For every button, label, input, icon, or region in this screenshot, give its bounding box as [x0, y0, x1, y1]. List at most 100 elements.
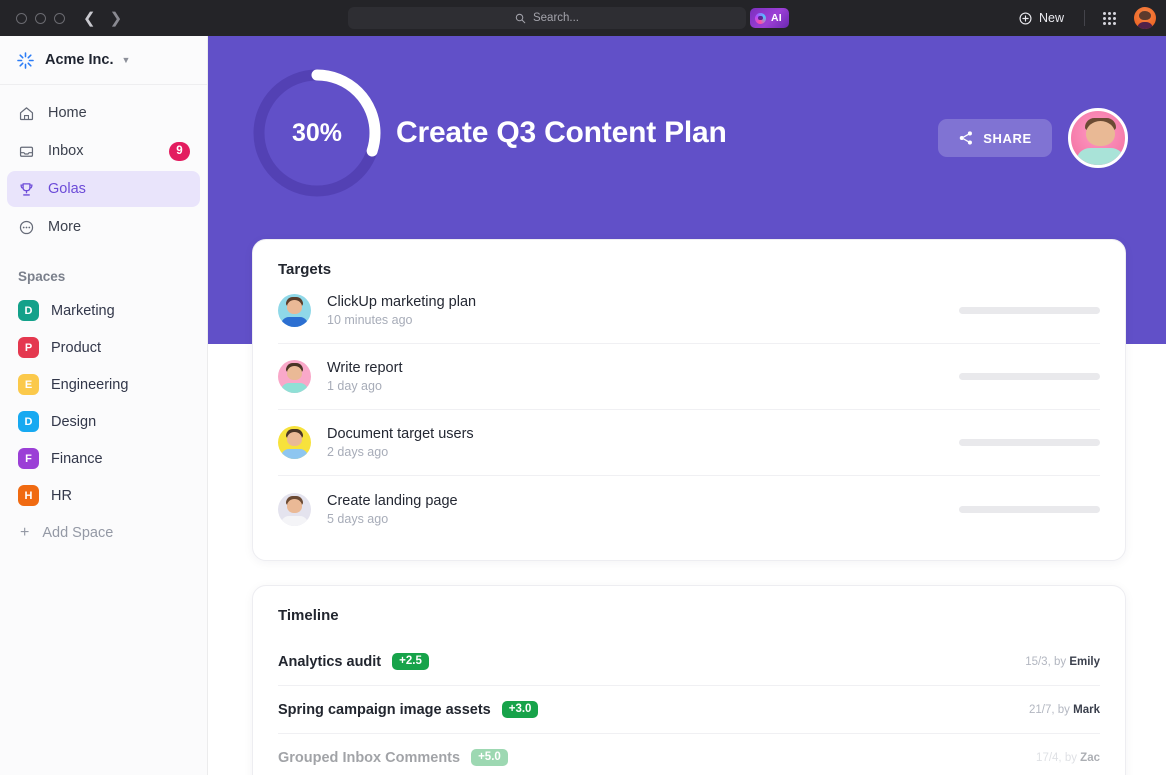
sidebar-item-label: Home	[48, 105, 87, 121]
spaces-list: D Marketing P Product E Engineering D De…	[0, 292, 207, 551]
sidebar-space-engineering[interactable]: E Engineering	[7, 366, 200, 403]
forward-arrow-icon[interactable]: ❯	[110, 11, 123, 26]
sidebar-item-home[interactable]: Home	[7, 95, 200, 131]
avatar	[278, 360, 311, 393]
timeline-title: Timeline	[278, 607, 339, 624]
share-icon	[960, 131, 973, 145]
history-navigation[interactable]: ❮ ❯	[83, 11, 122, 26]
space-label: Marketing	[51, 302, 115, 319]
search-input[interactable]: Search...	[348, 7, 746, 29]
ai-button[interactable]: AI	[750, 8, 789, 28]
sidebar-item-goals[interactable]: Golas	[7, 171, 200, 207]
space-label: Finance	[51, 450, 103, 467]
sidebar-item-more[interactable]: More	[7, 209, 200, 245]
goal-progress-ring: 30%	[250, 66, 384, 200]
inbox-icon	[19, 146, 34, 157]
timeline-score-badge: +5.0	[471, 749, 508, 766]
timeline-card: Timeline Analytics audit +2.5 15/3, by E…	[252, 585, 1126, 775]
space-label: Engineering	[51, 376, 129, 393]
timeline-meta: 21/7, by Mark	[1029, 704, 1100, 716]
space-avatar: E	[18, 374, 39, 395]
new-button-label: New	[1038, 11, 1064, 25]
sidebar-space-product[interactable]: P Product	[7, 329, 200, 366]
share-button-label: SHARE	[983, 130, 1032, 146]
add-space-button[interactable]: + Add Space	[7, 514, 200, 551]
plus-circle-icon	[1019, 11, 1032, 25]
close-window-button[interactable]	[16, 12, 27, 24]
sidebar-item-label: More	[48, 219, 82, 235]
share-button[interactable]: SHARE	[938, 119, 1052, 157]
main-content: 30% Create Q3 Content Plan SHARE Targets	[208, 36, 1166, 775]
avatar	[278, 426, 311, 459]
window-controls[interactable]	[16, 12, 65, 24]
sidebar-item-label: Inbox	[48, 143, 84, 159]
goal-owner-avatar[interactable]	[1068, 108, 1128, 168]
target-row[interactable]: Write report 1 day ago	[278, 344, 1100, 410]
target-info: ClickUp marketing plan 10 minutes ago	[327, 294, 959, 327]
titlebar-user-avatar[interactable]	[1134, 7, 1156, 29]
target-name: Create landing page	[327, 492, 458, 509]
back-arrow-icon[interactable]: ❮	[83, 11, 96, 26]
timeline-row[interactable]: Spring campaign image assets +3.0 21/7, …	[278, 686, 1100, 734]
sidebar-space-marketing[interactable]: D Marketing	[7, 292, 200, 329]
space-label: Product	[51, 339, 101, 356]
timeline-meta: 17/4, by Zac	[1036, 752, 1100, 764]
target-info: Create landing page 5 days ago	[327, 493, 959, 526]
ai-button-label: AI	[771, 12, 782, 24]
ellipsis-circle-icon	[19, 220, 34, 234]
target-name: Write report	[327, 360, 403, 376]
timeline-meta: 15/3, by Emily	[1025, 656, 1100, 668]
timeline-name: Spring campaign image assets	[278, 701, 491, 718]
workspace-switcher[interactable]: Acme Inc. ▼	[0, 36, 207, 85]
space-avatar: D	[18, 411, 39, 432]
sidebar-nav: Home Inbox 9 Golas More	[0, 85, 207, 245]
sidebar-space-finance[interactable]: F Finance	[7, 440, 200, 477]
search-placeholder: Search...	[532, 12, 580, 24]
home-icon	[19, 106, 34, 120]
avatar-face	[1086, 121, 1115, 146]
maximize-window-button[interactable]	[54, 12, 65, 24]
target-time: 10 minutes ago	[327, 313, 413, 327]
titlebar-divider	[1084, 10, 1085, 26]
sidebar-space-hr[interactable]: H HR	[7, 477, 200, 514]
minimize-window-button[interactable]	[35, 12, 46, 24]
targets-title: Targets	[278, 261, 332, 278]
target-row[interactable]: Document target users 2 days ago	[278, 410, 1100, 476]
search-icon	[515, 13, 526, 23]
target-row[interactable]: Create landing page 5 days ago	[278, 476, 1100, 542]
timeline-score-badge: +2.5	[392, 653, 429, 670]
chevron-down-icon[interactable]: ▼	[122, 55, 131, 65]
target-name: ClickUp marketing plan	[327, 294, 477, 310]
add-space-label: Add Space	[42, 524, 114, 541]
space-avatar: P	[18, 337, 39, 358]
timeline-score-badge: +3.0	[501, 701, 539, 718]
inbox-unread-badge: 9	[169, 141, 190, 161]
trophy-icon	[20, 182, 33, 196]
new-button[interactable]: New	[1005, 11, 1078, 25]
window-title-bar: ❮ ❯ Search... AI New	[0, 0, 1166, 36]
target-time: 5 days ago	[327, 511, 389, 526]
timeline-row[interactable]: Analytics audit +2.5 15/3, by Emily	[278, 638, 1100, 686]
target-row[interactable]: ClickUp marketing plan 10 minutes ago	[278, 278, 1100, 344]
timeline-name: Grouped Inbox Comments	[278, 749, 461, 766]
space-avatar: H	[18, 485, 39, 506]
titlebar-right-actions: New	[1005, 0, 1156, 36]
clickup-logo-icon	[17, 51, 34, 69]
timeline-name: Analytics audit	[278, 653, 382, 670]
timeline-author: Mark	[1073, 703, 1100, 716]
target-info: Document target users 2 days ago	[327, 426, 959, 459]
timeline-date: 17/4, by	[1036, 751, 1081, 764]
target-info: Write report 1 day ago	[327, 360, 959, 393]
sidebar-space-design[interactable]: D Design	[7, 403, 200, 440]
sidebar: Acme Inc. ▼ Home Inbox 9 Golas More Spac…	[0, 36, 208, 775]
sidebar-item-inbox[interactable]: Inbox 9	[7, 133, 200, 169]
avatar	[278, 294, 311, 327]
apps-grid-icon[interactable]	[1091, 11, 1128, 25]
targets-card: Targets ClickUp marketing plan 10 minute…	[252, 239, 1126, 561]
workspace-name: Acme Inc.	[45, 52, 114, 68]
target-progress-bar	[959, 505, 1100, 513]
timeline-row[interactable]: Grouped Inbox Comments +5.0 17/4, by Zac	[278, 734, 1100, 775]
avatar-shirt	[1076, 148, 1125, 165]
avatar	[278, 492, 311, 526]
space-label: HR	[51, 487, 72, 504]
